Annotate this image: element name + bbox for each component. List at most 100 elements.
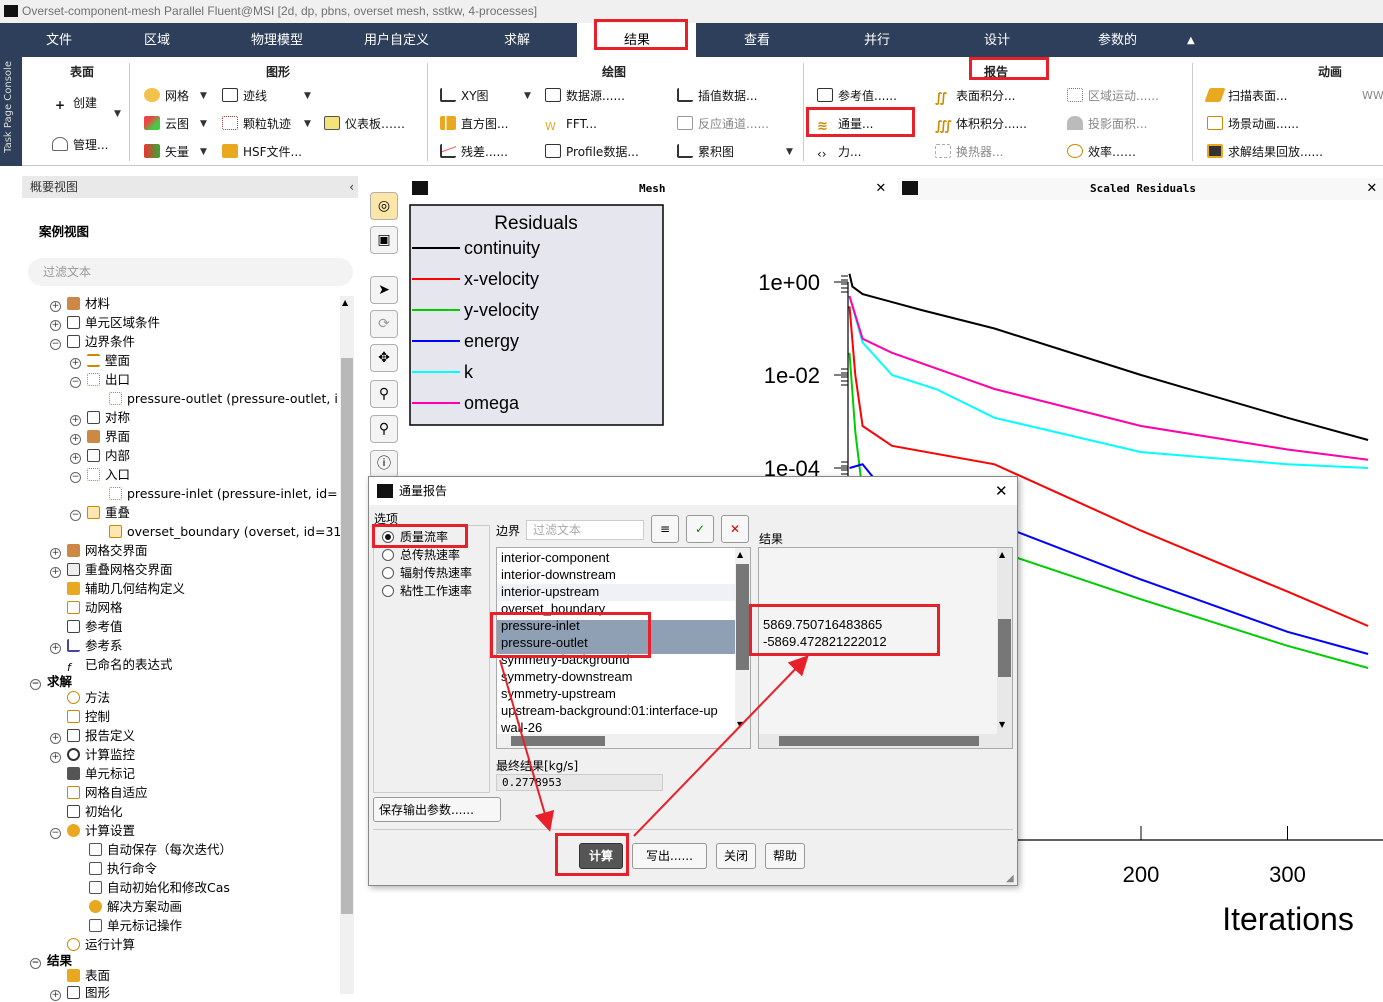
write-button[interactable]: 写出......: [632, 843, 707, 869]
animation-playback-button[interactable]: 求解结果回放......: [1207, 142, 1323, 162]
dialog-close-icon[interactable]: ✕: [995, 477, 1008, 505]
graphics-hsf-button[interactable]: HSF文件...: [222, 142, 302, 162]
report-volume-integrals-button[interactable]: ∭ 体积积分......: [935, 114, 1027, 134]
plot-fft-button[interactable]: W FFT...: [545, 114, 597, 134]
close-mesh-window-icon[interactable]: ✕: [876, 177, 886, 196]
menu-file[interactable]: 文件: [46, 23, 72, 57]
tree-item[interactable]: + 对称: [70, 408, 130, 427]
create-surface-button[interactable]: + 创建: [52, 93, 97, 113]
expand-icon[interactable]: +: [50, 990, 61, 1001]
tree-item[interactable]: 网格自适应: [67, 783, 148, 802]
animation-sweep-button[interactable]: 扫描表面...: [1204, 86, 1287, 106]
tree-item[interactable]: 参考值: [67, 617, 123, 636]
pathlines-dropdown-icon[interactable]: ▼: [304, 91, 311, 101]
expand-icon[interactable]: +: [50, 548, 61, 559]
collapse-icon[interactable]: −: [30, 958, 41, 969]
help-button[interactable]: 帮助: [765, 843, 805, 869]
tree-item[interactable]: 解决方案动画: [89, 897, 182, 916]
tree-item[interactable]: 动网格: [67, 598, 123, 617]
collapse-icon[interactable]: −: [70, 472, 81, 483]
menu-physics[interactable]: 物理模型: [251, 23, 303, 57]
expand-icon[interactable]: +: [70, 453, 81, 464]
plot-cumulative-button[interactable]: 累积图: [677, 142, 734, 162]
report-forces-button[interactable]: ‹› 力...: [817, 142, 861, 162]
manage-surface-button[interactable]: 管理...: [52, 135, 108, 155]
mesh-dropdown-icon[interactable]: ▼: [200, 91, 207, 101]
report-fluxes-button[interactable]: ≋ 通量...: [817, 114, 873, 134]
resize-grip-icon[interactable]: ◢: [1006, 873, 1014, 884]
graphics-pathlines-button[interactable]: 迹线: [222, 86, 267, 106]
tree-item[interactable]: − 求解: [30, 672, 72, 691]
tree-item[interactable]: 自动初始化和修改Cas: [89, 878, 230, 897]
boundary-item[interactable]: overset_boundary: [501, 600, 605, 617]
tree-item[interactable]: overset_boundary (overset, id=31: [109, 522, 341, 541]
tree-item[interactable]: + 重叠网格交界面: [50, 560, 173, 579]
results-vscroll-thumb[interactable]: [998, 619, 1011, 677]
expand-icon[interactable]: +: [50, 567, 61, 578]
report-heat-exchanger-button[interactable]: 换热器...: [935, 142, 1003, 162]
menu-parallel[interactable]: 并行: [864, 23, 890, 57]
scroll-up-icon[interactable]: ▲: [737, 550, 743, 559]
tree-item[interactable]: − 结果: [30, 951, 72, 970]
save-output-params-button[interactable]: 保存输出参数......: [373, 797, 501, 822]
boundary-item-selected[interactable]: pressure-outlet: [501, 634, 588, 651]
tree-item[interactable]: 初始化: [67, 802, 123, 821]
tree-item[interactable]: + 报告定义: [50, 726, 135, 745]
plot-xy-button[interactable]: XY图: [440, 86, 489, 106]
plot-data-sources-button[interactable]: 数据源......: [545, 86, 625, 106]
tree-item[interactable]: 方法: [67, 688, 110, 707]
expand-icon[interactable]: +: [70, 358, 81, 369]
plot-interp-button[interactable]: 插值数据...: [677, 86, 757, 106]
boundaries-hscroll-thumb[interactable]: [511, 736, 605, 746]
report-efficiency-button[interactable]: 效率……: [1067, 142, 1136, 162]
select-all-icon[interactable]: ≡: [651, 515, 679, 543]
expand-icon[interactable]: +: [50, 320, 61, 331]
animation-scene-button[interactable]: 场景动画......: [1207, 114, 1299, 134]
boundary-item[interactable]: interior-component: [501, 549, 609, 566]
option-total-heat-transfer[interactable]: 总传热速率: [382, 546, 460, 564]
tree-item[interactable]: 控制: [67, 707, 110, 726]
boundary-item[interactable]: symmetry-background: [501, 651, 630, 668]
menu-view[interactable]: 查看: [744, 23, 770, 57]
tree-item[interactable]: + 壁面: [70, 351, 130, 370]
boundary-item-selected[interactable]: pressure-inlet: [501, 617, 580, 634]
report-projected-area-button[interactable]: 投影面积...: [1067, 114, 1147, 134]
scroll-up-icon[interactable]: ▲: [999, 550, 1005, 559]
tree-item[interactable]: pressure-outlet (pressure-outlet, i: [109, 389, 338, 408]
boundaries-vscroll-thumb[interactable]: [736, 564, 749, 670]
boundary-item[interactable]: upstream-background:01:interface-up: [501, 702, 718, 719]
particle-dropdown-icon[interactable]: ▼: [304, 119, 311, 129]
tree-scroll-thumb[interactable]: [341, 358, 353, 914]
tree-item[interactable]: 执行命令: [89, 859, 157, 878]
tree-item[interactable]: 运行计算: [67, 935, 135, 954]
contours-dropdown-icon[interactable]: ▼: [200, 119, 207, 129]
graphics-dashboard-button[interactable]: 仪表板……: [324, 114, 405, 134]
tree-item[interactable]: f 已命名的表达式: [67, 655, 173, 674]
graphics-mesh-button[interactable]: 网格: [144, 86, 189, 106]
collapse-icon[interactable]: −: [30, 679, 41, 690]
graphics-vectors-button[interactable]: 矢量: [144, 142, 189, 162]
scroll-up-icon[interactable]: ▲: [342, 298, 348, 307]
tree-item[interactable]: 单元标记: [67, 764, 135, 783]
boundary-item[interactable]: symmetry-upstream: [501, 685, 616, 702]
menu-design[interactable]: 设计: [984, 23, 1010, 57]
tree-item[interactable]: + 图形: [50, 983, 110, 1002]
compute-button[interactable]: 计算: [579, 843, 623, 869]
boundary-item[interactable]: interior-upstream: [501, 583, 599, 600]
collapse-icon[interactable]: −: [50, 828, 61, 839]
expand-icon[interactable]: +: [50, 301, 61, 312]
expand-icon[interactable]: +: [50, 733, 61, 744]
collapse-icon[interactable]: −: [50, 339, 61, 350]
plot-reaction-button[interactable]: 反应通道......: [677, 114, 769, 134]
menu-user-defined[interactable]: 用户自定义: [364, 23, 429, 57]
graphics-particle-tracks-button[interactable]: 颗粒轨迹: [222, 114, 291, 134]
plot-profile-button[interactable]: Profile数据...: [545, 142, 639, 162]
tree-item[interactable]: − 计算设置: [50, 821, 135, 840]
vectors-dropdown-icon[interactable]: ▼: [200, 147, 207, 157]
expand-icon[interactable]: +: [50, 752, 61, 763]
menu-results[interactable]: 结果: [577, 23, 696, 57]
animation-more-icon[interactable]: WW: [1362, 86, 1383, 106]
close-residuals-window-icon[interactable]: ✕: [1367, 177, 1377, 196]
plot-residuals-button[interactable]: 残差......: [440, 142, 508, 162]
scroll-down-icon[interactable]: ▼: [737, 720, 743, 729]
